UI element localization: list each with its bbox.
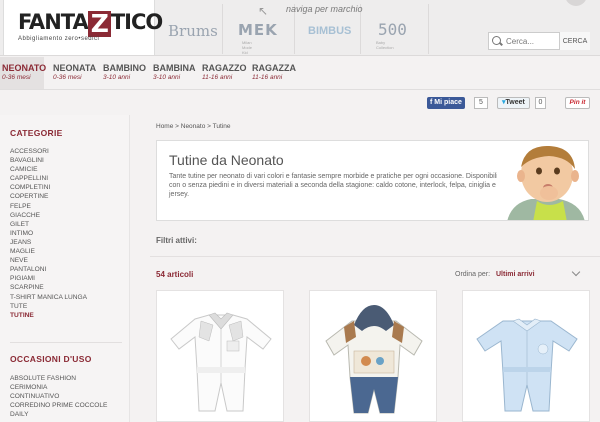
nav-item-neonato[interactable]: NEONATO 0-36 mesi (0, 57, 47, 89)
brand-brums[interactable]: Brums (168, 22, 218, 40)
brand-divider (428, 4, 429, 54)
occasion-item[interactable]: CONTINUATIVO (10, 392, 107, 401)
nav-item-ragazzo[interactable]: RAGAZZO 11-16 anni (202, 57, 247, 89)
categories-list: ACCESSORI BAVAGLINI CAMICIE CAPPELLINI C… (10, 147, 87, 320)
facebook-like-count: 5 (474, 97, 488, 109)
category-item[interactable]: GILET (10, 220, 87, 229)
tweet-button[interactable]: ▾Tweet (497, 97, 530, 109)
nav-title: RAGAZZO (202, 63, 247, 73)
sidebar: CATEGORIE ACCESSORI BAVAGLINI CAMICIE CA… (0, 115, 130, 422)
occasion-item[interactable]: DAILY (10, 410, 107, 419)
category-item[interactable]: JEANS (10, 238, 87, 247)
nav-subtitle: 3-10 anni (103, 74, 131, 81)
nav-subtitle: 11-16 anni (252, 74, 283, 81)
search-box: CERCA (488, 32, 590, 50)
category-item[interactable]: COMPLETINI (10, 183, 87, 192)
main-nav: NEONATO 0-36 mesi NEONATA 0-36 mesi BAMB… (0, 57, 600, 90)
cart-tab[interactable] (565, 0, 587, 6)
product-card[interactable] (309, 290, 437, 422)
facebook-like-label: Mi piace (434, 99, 462, 106)
baby-photo (497, 141, 588, 220)
nav-item-neonata[interactable]: NEONATA 0-36 mesi (53, 57, 96, 89)
category-description: Tante tutine per neonato di vari colori … (169, 173, 498, 198)
naviga-per-marchio: naviga per marchio (286, 4, 363, 14)
logo-wordmark: FANTA Z TICO (18, 9, 163, 38)
nav-title: BAMBINA (153, 63, 196, 73)
occasions-list: ABSOLUTE FASHION CERIMONIA CONTINUATIVO … (10, 374, 107, 419)
product-image-blue-romper (476, 318, 578, 412)
product-image-hooded-romper (325, 305, 423, 414)
nav-title: BAMBINO (103, 63, 146, 73)
tweet-count: 0 (535, 97, 546, 109)
category-item[interactable]: BAVAGLINI (10, 156, 87, 165)
categories-heading: CATEGORIE (10, 128, 63, 138)
brand-500[interactable]: 500 (378, 20, 407, 39)
category-item[interactable]: ACCESSORI (10, 147, 87, 156)
sidebar-divider (10, 342, 122, 343)
nav-title: NEONATO (2, 63, 47, 73)
nav-subtitle: 3-10 anni (153, 74, 181, 81)
site-header: FANTA Z TICO Abbigliamento zero•sedici Bru… (0, 0, 600, 56)
logo-tagline: Abbigliamento zero•sedici (18, 36, 100, 42)
sort-select[interactable]: Ultimi arrivi (496, 271, 535, 278)
chevron-down-icon[interactable] (571, 267, 581, 277)
naviga-arrow-icon: ↖ (258, 4, 269, 18)
product-card[interactable] (156, 290, 284, 422)
article-count: 54 articoli (156, 270, 194, 279)
category-item[interactable]: PANTALONI (10, 265, 87, 274)
content-divider (150, 256, 600, 257)
facebook-like-button[interactable]: f Mi piace (427, 97, 465, 109)
category-item[interactable]: MAGLIE (10, 247, 87, 256)
nav-item-ragazza[interactable]: RAGAZZA 11-16 anni (252, 57, 296, 89)
category-item[interactable]: SCARPINE (10, 283, 87, 292)
tweet-label: Tweet (505, 99, 525, 106)
breadcrumb[interactable]: Home > Neonato > Tutine (156, 123, 230, 130)
occasion-item[interactable]: ABSOLUTE FASHION (10, 374, 107, 383)
search-input[interactable] (506, 34, 556, 48)
nav-subtitle: 11-16 anni (202, 74, 233, 81)
active-filters-label: Filtri attivi: (156, 236, 197, 245)
nav-subtitle: 0-36 mesi (53, 74, 82, 81)
brand-500-tagline: Baby Collection (376, 40, 394, 50)
category-item[interactable]: CAPPELLINI (10, 174, 87, 183)
brand-mek-tagline: Milan Mode Kid (242, 40, 253, 55)
search-button[interactable]: CERCA (559, 32, 590, 50)
sort-label: Ordina per: (455, 271, 491, 278)
product-image-white-romper (170, 312, 272, 412)
product-card[interactable] (462, 290, 590, 422)
nav-item-bambino[interactable]: BAMBINO 3-10 anni (103, 57, 146, 89)
brand-mek[interactable]: MEK (238, 21, 278, 39)
nav-title: RAGAZZA (252, 63, 296, 73)
occasions-heading: OCCASIONI D'USO (10, 354, 92, 364)
brand-bimbus[interactable]: BIMBUS (308, 25, 351, 37)
category-item[interactable]: COPERTINE (10, 192, 87, 201)
category-hero: Tutine da Neonato Tante tutine per neona… (156, 140, 589, 221)
category-item[interactable]: PIGIAMI (10, 274, 87, 283)
page-title: Tutine da Neonato (169, 152, 284, 168)
logo[interactable]: FANTA Z TICO Abbigliamento zero•sedici (3, 0, 163, 55)
brand-divider (222, 4, 223, 54)
category-item-active[interactable]: TUTINE (10, 311, 87, 320)
logo-z-mark: Z (87, 11, 111, 37)
nav-item-bambina[interactable]: BAMBINA 3-10 anni (153, 57, 196, 89)
category-item[interactable]: GIACCHE (10, 211, 87, 220)
category-item[interactable]: CAMICIE (10, 165, 87, 174)
occasion-item[interactable]: CERIMONIA (10, 383, 107, 392)
nav-title: NEONATA (53, 63, 97, 73)
category-item[interactable]: FELPE (10, 202, 87, 211)
category-item[interactable]: T-SHIRT MANICA LUNGA (10, 293, 87, 302)
category-item[interactable]: INTIMO (10, 229, 87, 238)
category-item[interactable]: NEVE (10, 256, 87, 265)
nav-subtitle: 0-36 mesi (2, 74, 31, 81)
occasion-item[interactable]: CORREDINO PRIME COCCOLE (10, 401, 107, 410)
category-item[interactable]: TUTE (10, 302, 87, 311)
pinterest-button[interactable]: Pin it (565, 97, 590, 109)
search-icon (492, 36, 501, 45)
